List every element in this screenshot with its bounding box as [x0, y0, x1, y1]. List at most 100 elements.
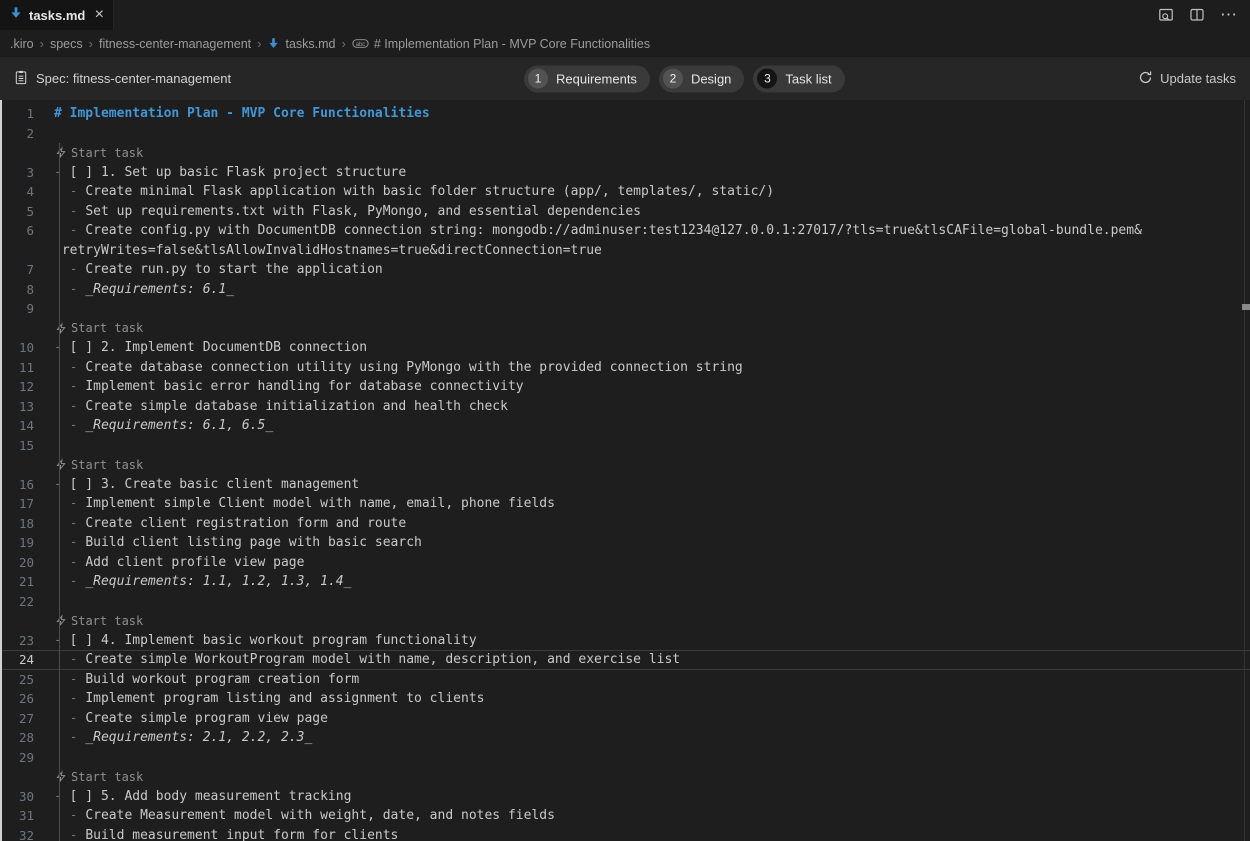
line-text: - Implement simple Client model with nam… — [54, 496, 555, 511]
start-task-lens[interactable]: Start task — [54, 321, 143, 335]
line-number: 23 — [0, 633, 54, 648]
breadcrumb-separator: › — [88, 36, 94, 51]
editor-line[interactable]: 9 — [0, 299, 1250, 319]
line-number: 13 — [0, 399, 54, 414]
editor-line[interactable]: 11 - Create database connection utility … — [0, 358, 1250, 378]
editor-lines: 1# Implementation Plan - MVP Core Functi… — [0, 104, 1250, 841]
left-sash[interactable] — [0, 100, 2, 841]
editor-line[interactable]: 1# Implementation Plan - MVP Core Functi… — [0, 104, 1250, 124]
line-number: 30 — [0, 789, 54, 804]
line-text: - _Requirements: 2.1, 2.2, 2.3_ — [54, 730, 312, 745]
start-task-label: Start task — [71, 614, 143, 628]
editor-line[interactable]: 2 — [0, 124, 1250, 144]
breadcrumb-separator: › — [256, 36, 262, 51]
line-text: - [ ] 4. Implement basic workout program… — [54, 633, 477, 648]
update-tasks-button[interactable]: Update tasks — [1138, 70, 1236, 88]
editor-line[interactable]: 16- [ ] 3. Create basic client managemen… — [0, 475, 1250, 495]
line-text — [54, 438, 62, 453]
editor-line[interactable]: 3- [ ] 1. Set up basic Flask project str… — [0, 163, 1250, 183]
step-button-task-list[interactable]: 3 Task list — [753, 65, 844, 92]
breadcrumb-item-folder[interactable]: fitness-center-management — [99, 37, 251, 51]
editor-line[interactable]: 8 - _Requirements: 6.1_ — [0, 280, 1250, 300]
line-number: 9 — [0, 301, 54, 316]
line-text: - [ ] 3. Create basic client management — [54, 477, 359, 492]
editor-line[interactable]: 6 - Create config.py with DocumentDB con… — [0, 221, 1250, 241]
start-task-label: Start task — [71, 146, 143, 160]
editor-line[interactable]: 31 - Create Measurement model with weigh… — [0, 806, 1250, 826]
editor-line[interactable]: 17 - Implement simple Client model with … — [0, 494, 1250, 514]
editor-line[interactable]: 28 - _Requirements: 2.1, 2.2, 2.3_ — [0, 728, 1250, 748]
line-text — [54, 301, 62, 316]
editor-line[interactable]: 23- [ ] 4. Implement basic workout progr… — [0, 631, 1250, 651]
code-lens-row[interactable]: Start task — [0, 611, 1250, 631]
editor-line[interactable]: 12 - Implement basic error handling for … — [0, 377, 1250, 397]
editor-line[interactable]: 7 - Create run.py to start the applicati… — [0, 260, 1250, 280]
editor-line[interactable]: 14 - _Requirements: 6.1, 6.5_ — [0, 416, 1250, 436]
editor-line[interactable]: 19 - Build client listing page with basi… — [0, 533, 1250, 553]
line-number: 21 — [0, 574, 54, 589]
step-button-design[interactable]: 2 Design — [659, 65, 744, 92]
breadcrumb-item-specs[interactable]: specs — [50, 37, 83, 51]
tab-label: tasks.md — [29, 8, 85, 23]
line-number: 32 — [0, 828, 54, 841]
spec-label-text: Spec: fitness-center-management — [36, 71, 231, 86]
breadcrumb-item-file[interactable]: tasks.md — [285, 37, 335, 51]
editor-line[interactable]: 24 - Create simple WorkoutProgram model … — [0, 650, 1250, 670]
editor-line[interactable]: 29 — [0, 748, 1250, 768]
editor-line[interactable]: 5 - Set up requirements.txt with Flask, … — [0, 202, 1250, 222]
editor-line[interactable]: 22 — [0, 592, 1250, 612]
editor-line[interactable]: 10- [ ] 2. Implement DocumentDB connecti… — [0, 338, 1250, 358]
line-number: 16 — [0, 477, 54, 492]
editor-line[interactable]: retryWrites=false&tlsAllowInvalidHostnam… — [0, 241, 1250, 261]
breadcrumb-item-kiro[interactable]: .kiro — [10, 37, 34, 51]
editor-line[interactable]: 21 - _Requirements: 1.1, 1.2, 1.3, 1.4_ — [0, 572, 1250, 592]
line-number: 24 — [0, 652, 54, 667]
editor-line[interactable]: 18 - Create client registration form and… — [0, 514, 1250, 534]
editor-line[interactable]: 32 - Build measurement input form for cl… — [0, 826, 1250, 841]
line-text: - Implement program listing and assignme… — [54, 691, 484, 706]
start-task-lens[interactable]: Start task — [54, 614, 143, 628]
line-number: 7 — [0, 262, 54, 277]
close-icon[interactable]: × — [95, 7, 104, 23]
breadcrumb-item-symbol[interactable]: # Implementation Plan - MVP Core Functio… — [374, 37, 650, 51]
editor-line[interactable]: 27 - Create simple program view page — [0, 709, 1250, 729]
line-number: 14 — [0, 418, 54, 433]
line-number: 15 — [0, 438, 54, 453]
code-lens-row[interactable]: Start task — [0, 767, 1250, 787]
editor-line[interactable]: 15 — [0, 436, 1250, 456]
line-text: - Create simple program view page — [54, 711, 328, 726]
step-button-requirements[interactable]: 1 Requirements — [524, 65, 650, 92]
code-lens-row[interactable]: Start task — [0, 319, 1250, 339]
tab-tasks-md[interactable]: tasks.md × — [0, 0, 114, 30]
line-text: - Set up requirements.txt with Flask, Py… — [54, 204, 641, 219]
open-preview-icon[interactable] — [1158, 7, 1174, 23]
line-number: 12 — [0, 379, 54, 394]
editor-line[interactable]: 13 - Create simple database initializati… — [0, 397, 1250, 417]
start-task-lens[interactable]: Start task — [54, 770, 143, 784]
line-text: - _Requirements: 6.1_ — [54, 282, 234, 297]
indent-guide — [59, 143, 60, 841]
editor-line[interactable]: 26 - Implement program listing and assig… — [0, 689, 1250, 709]
line-text: - Create client registration form and ro… — [54, 516, 406, 531]
line-text: - Create config.py with DocumentDB conne… — [54, 223, 1142, 238]
start-task-label: Start task — [71, 321, 143, 335]
editor-line[interactable]: 25 - Build workout program creation form — [0, 670, 1250, 690]
split-editor-icon[interactable] — [1189, 7, 1205, 23]
line-number: 19 — [0, 535, 54, 550]
line-number: 27 — [0, 711, 54, 726]
line-number: 10 — [0, 340, 54, 355]
scrollbar-track-border — [1244, 100, 1245, 841]
editor-line[interactable]: 20 - Add client profile view page — [0, 553, 1250, 573]
editor[interactable]: 1# Implementation Plan - MVP Core Functi… — [0, 100, 1250, 841]
editor-line[interactable]: 4 - Create minimal Flask application wit… — [0, 182, 1250, 202]
scrollbar-marker[interactable] — [1242, 304, 1250, 310]
code-lens-row[interactable]: Start task — [0, 455, 1250, 475]
start-task-lens[interactable]: Start task — [54, 146, 143, 160]
update-tasks-label: Update tasks — [1160, 71, 1236, 86]
code-lens-row[interactable]: Start task — [0, 143, 1250, 163]
editor-window: tasks.md × ⋯ .kiro › specs › — [0, 0, 1250, 841]
editor-line[interactable]: 30- [ ] 5. Add body measurement tracking — [0, 787, 1250, 807]
step-number-badge: 3 — [757, 69, 777, 89]
markdown-file-icon — [267, 37, 280, 50]
start-task-lens[interactable]: Start task — [54, 458, 143, 472]
